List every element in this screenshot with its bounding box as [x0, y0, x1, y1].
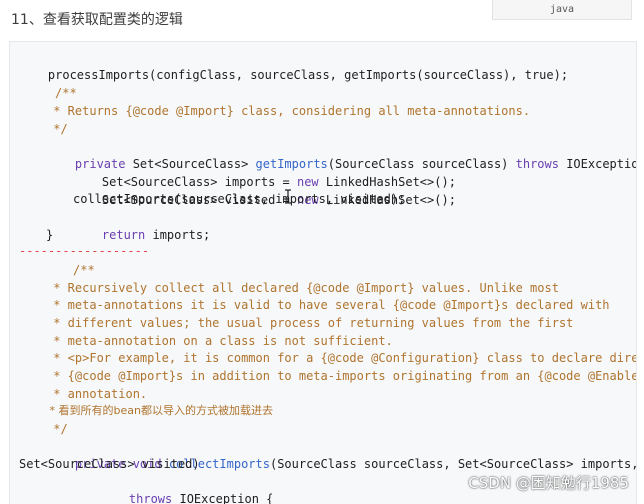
- javadoc-close: */: [46, 122, 68, 136]
- section-heading: 11、查看获取配置类的逻辑: [11, 12, 183, 28]
- javadoc-line: * meta-annotations it is valid to have s…: [46, 298, 610, 312]
- javadoc-line: * different values; the usual process of…: [46, 316, 574, 330]
- code-line: collectImports(sourceClass, imports, vis…: [73, 192, 406, 206]
- javadoc-line: * Returns {@code @Import} class, conside…: [46, 104, 531, 118]
- code-line: Set<SourceClass> visited = new LinkedHas…: [73, 173, 456, 207]
- javadoc-line: * meta-annotation on a class is not suff…: [46, 334, 393, 348]
- method-signature-collectimports: private void collectImports(SourceClass …: [46, 437, 636, 471]
- keyword-throws: throws: [515, 157, 567, 171]
- javadoc-line-chinese: * 看到所有的bean都以导入的方式被加载进去: [46, 404, 273, 417]
- code-language-tag: java: [492, 0, 632, 20]
- code-line: Set<SourceClass> imports = new LinkedHas…: [73, 155, 456, 189]
- exception-type: IOException {: [179, 492, 274, 504]
- method-params: (SourceClass sourceClass, Set<SourceClas…: [269, 457, 637, 471]
- javadoc-line: * <p>For example, it is common for a {@c…: [46, 351, 637, 365]
- code-line: throws IOException {: [100, 472, 274, 504]
- code-text: processImports(configClass, sourceClass,…: [47, 68, 569, 82]
- javadoc-open: /**: [55, 86, 77, 100]
- code-text: imports;: [152, 228, 211, 242]
- code-line: processImports(configClass, sourceClass,…: [19, 48, 568, 82]
- code-line: Set<SourceClass> visited): [19, 457, 200, 471]
- javadoc-line: * annotation.: [46, 387, 148, 401]
- javadoc-line: * {@code @Import}s in addition to meta-i…: [46, 369, 637, 383]
- text-cursor-ibeam-icon: [285, 189, 291, 204]
- javadoc-open: /**: [73, 263, 95, 277]
- keyword-throws: throws: [128, 492, 180, 504]
- code-block: processImports(configClass, sourceClass,…: [9, 41, 637, 504]
- separator-line: ------------------: [19, 244, 150, 258]
- method-signature-getimports: private Set<SourceClass> getImports(Sour…: [46, 137, 636, 171]
- code-line: return imports;: [73, 208, 210, 242]
- exception-type: IOException {: [566, 157, 636, 171]
- keyword-return: return: [101, 228, 153, 242]
- csdn-watermark: CSDN @困知勉行1985: [468, 474, 629, 492]
- javadoc-close: */: [46, 422, 68, 436]
- javadoc-line: * Recursively collect all declared {@cod…: [46, 281, 559, 295]
